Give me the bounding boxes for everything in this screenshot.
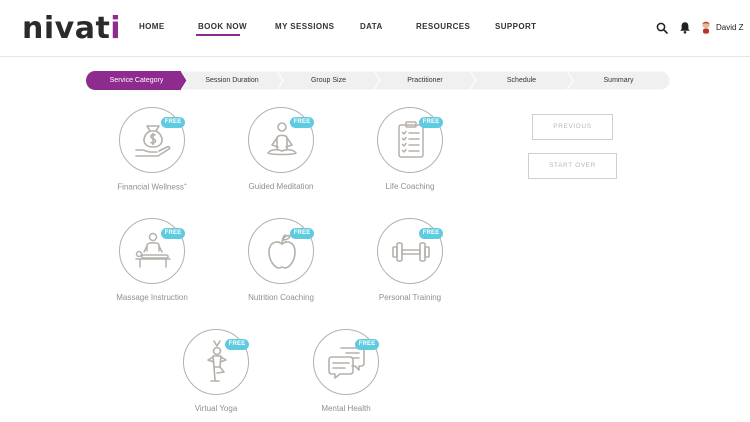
step-summary[interactable]: Summary	[567, 71, 670, 90]
free-badge: FREE	[161, 117, 185, 128]
step-group-size[interactable]: Group Size	[277, 71, 380, 90]
category-nutrition-coaching[interactable]: FREE Nutrition Coaching	[226, 217, 336, 307]
category-label: Massage Instruction	[116, 293, 188, 302]
free-badge: FREE	[290, 228, 314, 239]
avatar[interactable]	[700, 20, 712, 34]
start-over-button[interactable]: START OVER	[528, 153, 617, 179]
step-label: Practitioner	[407, 77, 443, 84]
nav-home[interactable]: HOME	[139, 22, 165, 31]
nav-my-sessions[interactable]: MY SESSIONS	[275, 22, 334, 31]
step-session-duration[interactable]: Session Duration	[181, 71, 283, 90]
user-name[interactable]: David Z	[716, 23, 744, 32]
step-label: Session Duration	[205, 77, 259, 84]
step-service-category[interactable]: Service Category	[86, 71, 187, 90]
nav-data[interactable]: DATA	[360, 22, 383, 31]
step-label: Schedule	[506, 77, 537, 84]
category-label: Life Coaching	[385, 182, 435, 191]
step-label: Group Size	[310, 77, 347, 84]
logo-text: nivat	[22, 11, 111, 46]
logo-accent-letter: i	[110, 11, 121, 46]
category-label: Guided Meditation	[248, 182, 314, 191]
step-practitioner[interactable]: Practitioner	[374, 71, 476, 90]
category-label-superscript: +	[183, 182, 187, 188]
free-badge: FREE	[225, 339, 249, 350]
category-mental-health[interactable]: FREE Mental Health	[291, 328, 401, 418]
category-label: Mental Health	[321, 404, 371, 413]
previous-button[interactable]: PREVIOUS	[532, 114, 613, 140]
step-label: Summary	[603, 77, 634, 84]
category-personal-training[interactable]: FREE Personal Training	[355, 217, 465, 307]
nivati-logo[interactable]: nivat i	[22, 10, 121, 44]
step-schedule[interactable]: Schedule	[470, 71, 573, 90]
category-massage-instruction[interactable]: FREE Massage Instruction	[97, 217, 207, 307]
category-life-coaching[interactable]: FREE Life Coaching	[355, 106, 465, 196]
free-badge: FREE	[290, 117, 314, 128]
category-label: Virtual Yoga	[194, 404, 238, 413]
nav-book-now[interactable]: BOOK NOW	[198, 22, 247, 31]
free-badge: FREE	[161, 228, 185, 239]
free-badge: FREE	[419, 117, 443, 128]
nav-resources[interactable]: RESOURCES	[416, 22, 470, 31]
category-label-text: Financial Wellness	[117, 182, 184, 192]
category-label: Personal Training	[378, 293, 442, 302]
category-guided-meditation[interactable]: FREE Guided Meditation	[226, 106, 336, 196]
bell-icon[interactable]	[679, 21, 691, 34]
top-nav-bar: nivat i HOME BOOK NOW MY SESSIONS DATA RE…	[0, 0, 750, 57]
active-nav-underline	[196, 34, 240, 36]
free-badge: FREE	[419, 228, 443, 239]
category-label: Financial Wellness+	[97, 182, 207, 192]
category-virtual-yoga[interactable]: FREE Virtual Yoga	[161, 328, 271, 418]
category-label: Nutrition Coaching	[248, 293, 314, 302]
booking-progress-stepper: Service Category Session Duration Group …	[86, 71, 670, 90]
category-financial-wellness[interactable]: FREE Financial Wellness+	[97, 106, 207, 196]
nav-support[interactable]: SUPPORT	[495, 22, 536, 31]
free-badge: FREE	[355, 339, 379, 350]
search-icon[interactable]	[656, 22, 668, 34]
step-label: Service Category	[109, 77, 164, 84]
